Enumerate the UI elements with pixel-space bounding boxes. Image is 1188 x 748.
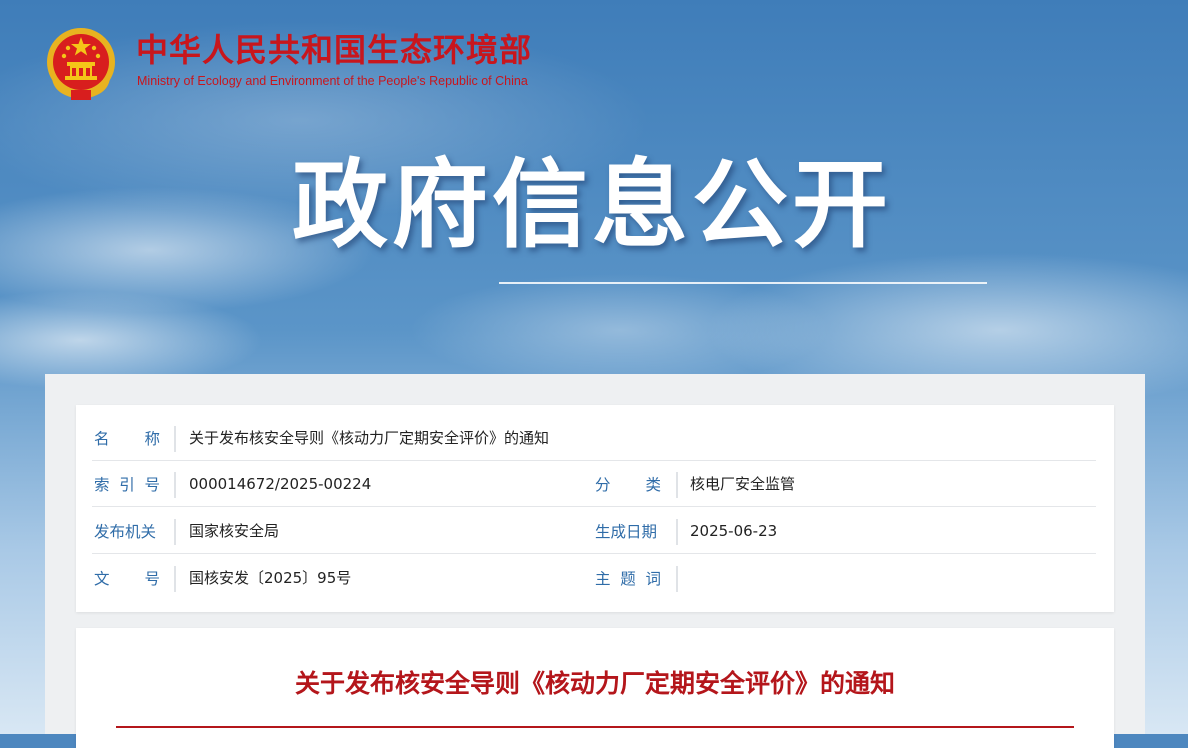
meta-divider bbox=[676, 566, 678, 592]
meta-value-index: 000014672/2025-00224 bbox=[189, 475, 372, 493]
meta-label-date: 生成日期 bbox=[595, 523, 658, 541]
meta-divider bbox=[676, 472, 678, 498]
banner-title-underline bbox=[499, 282, 987, 284]
meta-value-date: 2025-06-23 bbox=[690, 522, 778, 540]
meta-divider bbox=[174, 426, 176, 452]
meta-label-name: 名 称 bbox=[94, 430, 160, 448]
document-title: 关于发布核安全导则《核动力厂定期安全评价》的通知 bbox=[294, 669, 895, 698]
meta-value-category: 核电厂安全监管 bbox=[690, 475, 796, 493]
banner-title: 政府信息公开 bbox=[292, 149, 892, 261]
meta-divider bbox=[174, 519, 176, 545]
meta-label-docno: 文 号 bbox=[94, 570, 160, 588]
ministry-name-en[interactable]: Ministry of Ecology and Environment of t… bbox=[137, 74, 528, 88]
meta-divider bbox=[676, 519, 678, 545]
document-metadata-card: 名 称 关于发布核安全导则《核动力厂定期安全评价》的通知 索 引 号 00001… bbox=[76, 405, 1114, 612]
document-body-card: 关于发布核安全导则《核动力厂定期安全评价》的通知 bbox=[76, 628, 1114, 748]
meta-label-issuer: 发布机关 bbox=[94, 523, 157, 541]
meta-divider bbox=[174, 566, 176, 592]
meta-row-docno: 文 号 国核安发〔2025〕95号 主 题 词 bbox=[76, 555, 1114, 601]
meta-label-category: 分 类 bbox=[595, 476, 661, 494]
content-area: 名 称 关于发布核安全导则《核动力厂定期安全评价》的通知 索 引 号 00001… bbox=[45, 374, 1145, 748]
meta-value-name: 关于发布核安全导则《核动力厂定期安全评价》的通知 bbox=[189, 429, 550, 447]
meta-value-issuer: 国家核安全局 bbox=[189, 522, 280, 540]
meta-row-issuer: 发布机关 国家核安全局 生成日期 2025-06-23 bbox=[76, 508, 1114, 554]
meta-label-index: 索 引 号 bbox=[94, 476, 160, 494]
meta-label-topic: 主 题 词 bbox=[595, 570, 661, 588]
national-emblem-icon[interactable] bbox=[44, 24, 118, 102]
document-title-rule bbox=[116, 726, 1074, 728]
meta-value-docno: 国核安发〔2025〕95号 bbox=[189, 569, 352, 587]
ministry-name-cn[interactable]: 中华人民共和国生态环境部 bbox=[136, 30, 532, 70]
meta-divider bbox=[174, 472, 176, 498]
meta-row-name: 名 称 关于发布核安全导则《核动力厂定期安全评价》的通知 bbox=[76, 415, 1114, 461]
meta-row-index: 索 引 号 000014672/2025-00224 分 类 核电厂安全监管 bbox=[76, 461, 1114, 507]
